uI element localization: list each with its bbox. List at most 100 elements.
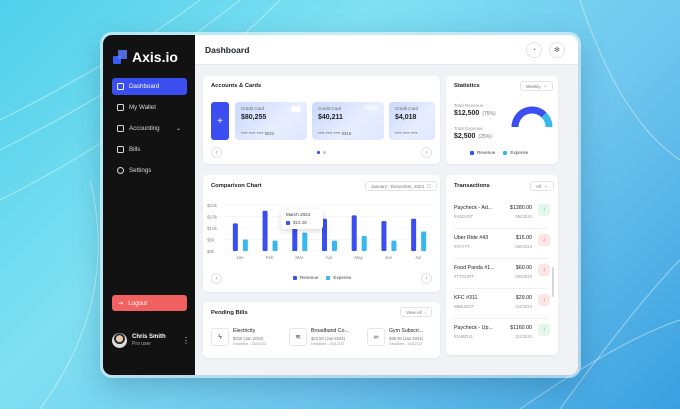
card-amount: $80,255 (241, 114, 267, 121)
card-number: **** **** **** (395, 131, 418, 136)
divider (454, 318, 548, 319)
logo: Axis.io (113, 49, 178, 65)
view-all-label: View All (406, 309, 422, 315)
scrollbar[interactable] (552, 267, 554, 297)
view-all-button[interactable]: View All › (400, 307, 433, 317)
credit-card[interactable]: Credit Card $4,018 **** **** **** (389, 102, 435, 140)
transaction-amount: $1160.00 (510, 325, 532, 331)
period-select[interactable]: Weekly ⌄ (520, 81, 554, 91)
bar-expense[interactable] (391, 240, 397, 251)
transactions-filter[interactable]: All ⌄ (530, 181, 554, 191)
wallet-icon (117, 104, 124, 111)
accounts-cards-panel: Accounts & Cards + Credit Card $80,255 *… (203, 76, 440, 164)
bill-deadline: Deadline - 25/12/23 (311, 342, 345, 346)
prev-button[interactable]: ‹ (211, 273, 222, 284)
bill-item[interactable]: ≋ Broadband Co... $22.50 (Jan 2024) Dead… (289, 323, 363, 351)
sidebar-item-settings[interactable]: Settings (112, 162, 187, 179)
transactions-panel: Transactions All ⌄ Paycheck - Ad... #ASD4… (446, 175, 558, 355)
logo-icon (113, 50, 127, 64)
app-name: Axis.io (132, 49, 178, 65)
sidebar-item-bills[interactable]: Bills (112, 141, 187, 158)
add-card-button[interactable]: + (211, 102, 229, 140)
settings-button[interactable]: ✻ (549, 42, 565, 58)
next-button[interactable]: › (421, 147, 432, 158)
bar-revenue[interactable] (262, 210, 268, 251)
pending-bills-panel: Pending Bills View All › ϟ Electricity $… (203, 302, 440, 358)
bill-price: $35.00 (Jan 2024) (389, 336, 423, 341)
more-vertical-icon[interactable]: ⋮ (182, 336, 190, 345)
total-expense-value: $2,500 (454, 133, 476, 140)
bill-item[interactable]: ϟ Electricity $320 (Jan 2024) Deadline -… (211, 323, 285, 351)
avatar (112, 333, 127, 348)
transaction-date: 06/03/24 (515, 214, 532, 219)
arrow-down-icon: ↓ (538, 264, 550, 276)
bar-revenue[interactable] (411, 218, 417, 251)
x-tick-label: Jun (385, 255, 393, 260)
sidebar-nav: Dashboard My Wallet Accounting ⌄ Bills S… (112, 78, 187, 183)
bar-revenue[interactable] (381, 221, 387, 251)
transaction-id: #BBUNGT (454, 304, 475, 309)
app-window: Axis.io Dashboard My Wallet Accounting ⌄… (103, 35, 578, 375)
bar-revenue[interactable] (232, 223, 238, 251)
bar-revenue[interactable] (351, 215, 357, 251)
notification-button[interactable]: ◔ (526, 42, 542, 58)
document-icon (117, 146, 124, 153)
transaction-name: KFC #311 (454, 295, 478, 301)
carousel-dot-active[interactable] (317, 151, 320, 154)
carousel-dot[interactable] (323, 151, 326, 154)
bar-expense[interactable] (361, 236, 367, 251)
chart-tooltip: March 2024 $15.3k (281, 209, 323, 229)
arrow-up-icon: ↑ (538, 204, 550, 216)
bill-item[interactable]: ∞ Gym Subscri... $35.00 (Jan 2024) Deadl… (367, 323, 441, 351)
panel-title: Transactions (454, 183, 490, 189)
statistics-legend: Revenue Expense (470, 150, 528, 155)
legend-expense: Expense (326, 275, 351, 280)
credit-card[interactable]: Credit Card $80,255 **** **** **** 5022 (235, 102, 307, 140)
sidebar-item-label: My Wallet (129, 104, 156, 111)
card-label: Credit Card (395, 106, 419, 111)
card-toggle[interactable] (291, 106, 301, 112)
wifi-icon: ≋ (289, 328, 307, 346)
bar-expense[interactable] (272, 240, 278, 251)
bill-price: $320 (Jan 2024) (233, 336, 264, 341)
transaction-date: 06/03/24 (515, 244, 532, 249)
transaction-amount: $60.00 (515, 265, 532, 271)
chevron-down-icon: ⌄ (543, 83, 548, 88)
divider (454, 228, 548, 229)
logout-button[interactable]: ⇥ Logout (112, 295, 187, 311)
plus-icon: + (217, 115, 223, 127)
chevron-right-icon: › (424, 309, 427, 315)
panel-title: Pending Bills (211, 310, 248, 316)
statistics-panel: Statistics Weekly ⌄ Total Revenue $12,50… (446, 76, 558, 164)
bar-expense[interactable] (332, 240, 337, 251)
card-number: **** **** **** 0316 (318, 131, 352, 136)
bill-name: Broadband Co... (311, 328, 349, 334)
bill-deadline: Deadline - 25/12/23 (389, 342, 423, 346)
transaction-amount: $29.00 (515, 295, 532, 301)
transaction-name: Food Panda #1... (454, 265, 495, 271)
sidebar-item-dashboard[interactable]: Dashboard (112, 78, 187, 95)
page-title: Dashboard (205, 45, 250, 55)
total-revenue: $12,500 (75%) (454, 110, 496, 117)
panel-title: Statistics (454, 83, 480, 89)
chevron-left-icon: ‹ (215, 149, 218, 156)
main-content: Dashboard ◔ ✻ Accounts & Cards + Credit … (195, 35, 578, 375)
user-profile[interactable]: Chris Smith Pro user ⋮ (112, 333, 190, 348)
bar-expense[interactable] (421, 231, 427, 251)
transaction-amount: $16.00 (515, 235, 532, 241)
total-expense-pct: (25%) (478, 134, 492, 140)
bar-expense[interactable] (242, 239, 248, 252)
bar-expense[interactable] (302, 232, 308, 251)
transaction-name: Uber Ride #43 (454, 235, 489, 241)
grid-icon (117, 83, 124, 90)
credit-card[interactable]: Credit Card $40,211 **** **** **** 0316 … (312, 102, 384, 140)
sidebar-item-accounting[interactable]: Accounting ⌄ (112, 120, 187, 137)
prev-button[interactable]: ‹ (211, 147, 222, 158)
next-button[interactable]: › (421, 273, 432, 284)
y-tick-label: $5k (207, 237, 215, 242)
date-range-select[interactable]: January - December, 2024 ▢ (365, 181, 438, 191)
comparison-chart-panel: Comparison Chart January - December, 202… (203, 175, 440, 292)
sidebar-item-my-wallet[interactable]: My Wallet (112, 99, 187, 116)
transaction-row[interactable]: Paycheck - Up... #1HBDYL $1160.00 21/03/24 ↑ (454, 321, 550, 353)
transaction-name: Paycheck - Ad... (454, 205, 493, 211)
